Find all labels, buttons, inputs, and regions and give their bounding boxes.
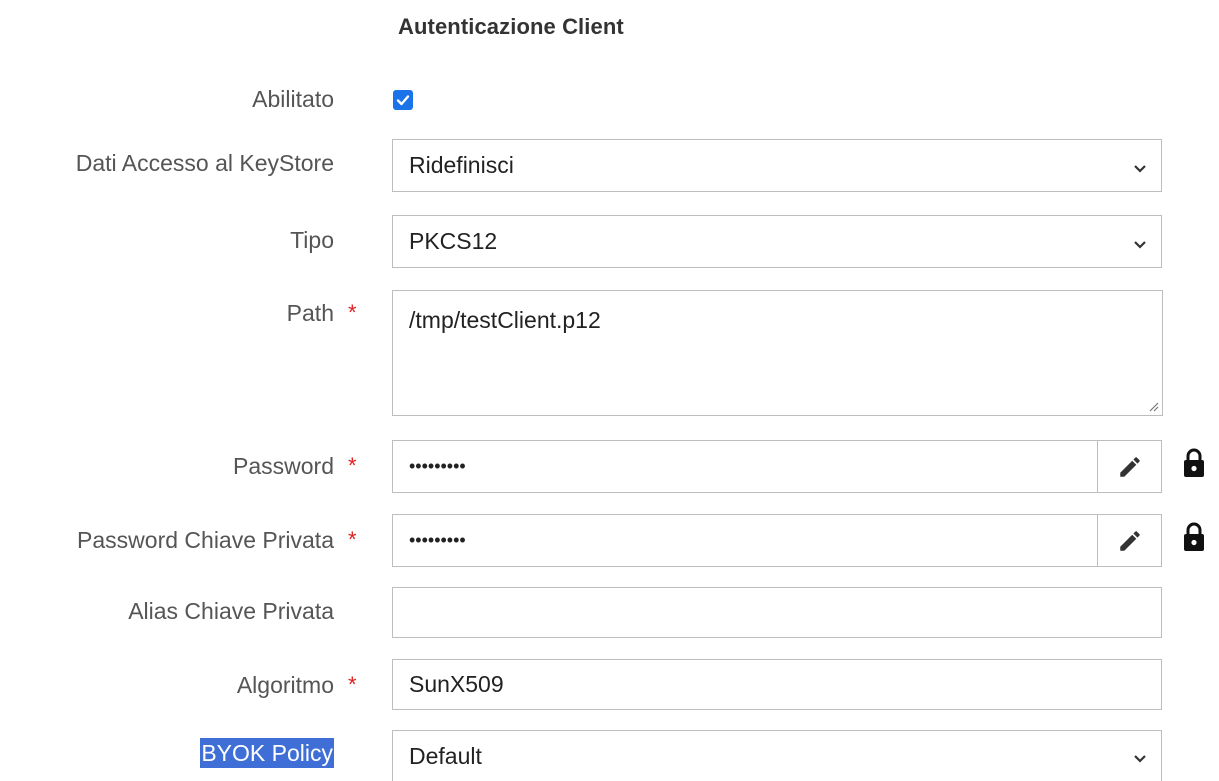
chevron-down-icon bbox=[1134, 164, 1146, 173]
password-label: Password bbox=[233, 453, 334, 479]
lock-icon[interactable] bbox=[1183, 448, 1205, 478]
tipo-label: Tipo bbox=[290, 227, 334, 253]
pencil-icon bbox=[1119, 530, 1140, 551]
byok-policy-value: Default bbox=[409, 742, 482, 769]
password-input[interactable]: ••••••••• bbox=[392, 440, 1098, 493]
abilitato-label: Abilitato bbox=[252, 86, 334, 112]
alias-chiave-label: Alias Chiave Privata bbox=[128, 598, 334, 624]
path-required-mark: * bbox=[348, 300, 357, 325]
dati-accesso-select[interactable]: Ridefinisci bbox=[392, 139, 1162, 192]
chevron-down-icon bbox=[1134, 755, 1146, 763]
password-chiave-label: Password Chiave Privata bbox=[77, 527, 334, 553]
tipo-select[interactable]: PKCS12 bbox=[392, 215, 1162, 268]
password-chiave-edit-button[interactable] bbox=[1097, 514, 1162, 567]
password-chiave-required-mark: * bbox=[348, 527, 357, 552]
section-title: Autenticazione Client bbox=[398, 14, 624, 39]
byok-policy-label: BYOK Policy bbox=[200, 738, 334, 768]
chevron-down-icon bbox=[1134, 240, 1146, 249]
byok-policy-select[interactable]: Default bbox=[392, 730, 1162, 781]
algoritmo-value: SunX509 bbox=[409, 671, 504, 697]
alias-chiave-input[interactable] bbox=[392, 587, 1162, 638]
password-value: ••••••••• bbox=[409, 456, 466, 476]
algoritmo-required-mark: * bbox=[348, 672, 357, 697]
password-chiave-input[interactable]: ••••••••• bbox=[392, 514, 1098, 567]
form-page: Autenticazione Client Abilitato Dati Acc… bbox=[0, 0, 1219, 781]
dati-accesso-value: Ridefinisci bbox=[409, 152, 514, 178]
path-label: Path bbox=[286, 300, 334, 326]
check-icon bbox=[396, 95, 410, 106]
dati-accesso-label: Dati Accesso al KeyStore bbox=[75, 150, 334, 176]
resize-grip-icon[interactable] bbox=[1147, 400, 1159, 412]
path-textarea[interactable]: /tmp/testClient.p12 bbox=[392, 290, 1163, 416]
algoritmo-label: Algoritmo bbox=[236, 672, 334, 698]
lock-icon[interactable] bbox=[1183, 522, 1205, 552]
pencil-icon bbox=[1119, 456, 1140, 477]
password-chiave-value: ••••••••• bbox=[409, 530, 466, 550]
abilitato-checkbox[interactable] bbox=[393, 90, 413, 110]
tipo-value: PKCS12 bbox=[409, 228, 498, 254]
path-value: /tmp/testClient.p12 bbox=[409, 307, 601, 333]
algoritmo-input[interactable]: SunX509 bbox=[392, 659, 1162, 710]
password-required-mark: * bbox=[348, 453, 357, 478]
password-edit-button[interactable] bbox=[1097, 440, 1162, 493]
